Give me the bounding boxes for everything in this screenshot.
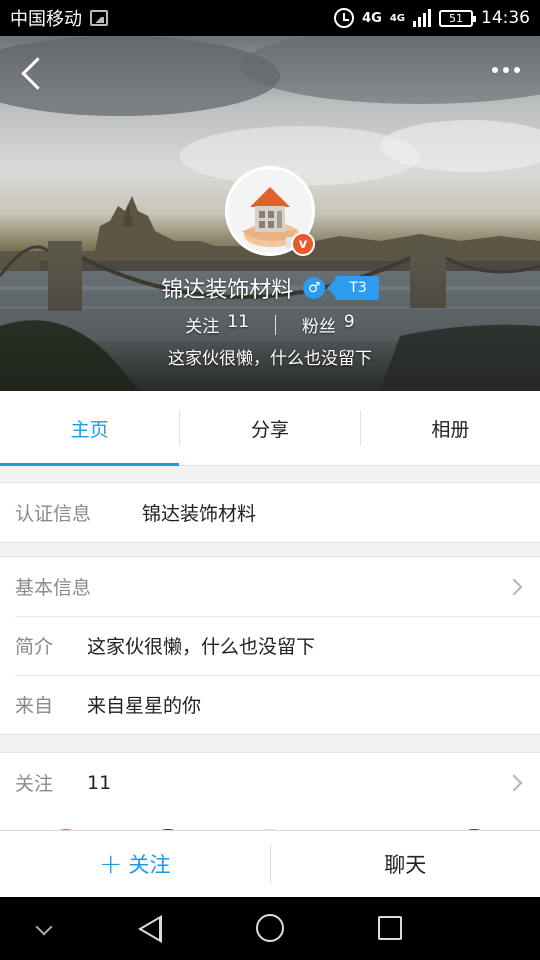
alarm-icon [334,8,355,28]
nav-recents-icon[interactable] [378,916,402,940]
chevron-right-icon [505,774,523,791]
network-type-2: 4G [389,13,405,24]
male-icon: ♂ [303,277,326,299]
following-label: 关注 [185,317,220,337]
auth-section: 认证信息 锦达装饰材料 [0,482,540,543]
profile-tabs: 主页 分享 相册 [0,391,540,466]
back-button[interactable] [18,52,46,92]
following-section-value: 11 [87,771,112,794]
basic-info-header[interactable]: 基本信息 [0,557,540,616]
tab-share[interactable]: 分享 [180,391,359,465]
battery-icon: 51 [439,9,476,27]
tab-home[interactable]: 主页 [0,391,180,466]
auth-row: 认证信息 锦达装饰材料 [0,483,540,542]
plus-icon: + [99,847,123,880]
following-count: 11 [227,312,249,332]
system-nav-bar [0,897,540,960]
intro-value: 这家伙很懒，什么也没留下 [87,636,316,658]
status-bar: 中国移动 4G 4G 51 14:36 [0,0,540,36]
profile-name-row: 锦达装饰材料 ♂ T3 [0,272,540,304]
tab-album[interactable]: 相册 [361,391,540,465]
battery-level: 51 [449,11,463,25]
from-row: 来自 来自星星的你 [0,675,540,734]
network-type-1: 4G [362,10,382,26]
signal-icon [413,9,431,27]
nav-home-icon[interactable] [256,914,284,942]
nav-back-icon[interactable] [138,915,162,943]
followers-label: 粉丝 [301,317,336,337]
clock: 14:36 [481,8,530,28]
hide-nav-icon[interactable] [35,918,53,936]
chevron-right-icon [505,578,523,595]
profile-stats: 关注 11 粉丝 9 [0,312,540,337]
action-bar: + 关注 聊天 [0,830,540,897]
dot-icon [492,67,498,73]
follow-button[interactable]: + 关注 [0,831,270,897]
following-stat[interactable]: 关注 11 [185,312,249,337]
from-label: 来自 [15,695,54,717]
followers-count: 9 [343,312,355,332]
chat-button[interactable]: 聊天 [271,831,540,897]
auth-value: 锦达装饰材料 [142,503,257,525]
profile-bio: 这家伙很懒，什么也没留下 [168,349,372,369]
followers-stat[interactable]: 粉丝 9 [302,312,355,337]
level-badge: T3 [327,276,379,300]
follow-label: 关注 [128,853,171,877]
intro-row: 简介 这家伙很懒，什么也没留下 [0,616,540,675]
basic-info-label: 基本信息 [15,577,92,599]
intro-label: 简介 [15,636,54,658]
profile-cover: v 锦达装饰材料 ♂ T3 关注 11 粉丝 9 这家伙很懒，什么也没留下 [0,36,540,391]
profile-name: 锦达装饰材料 [161,278,294,303]
image-icon [90,10,108,26]
dot-icon [503,67,509,73]
verified-badge-icon: v [291,232,315,256]
following-row[interactable]: 关注 11 [0,753,540,812]
dot-icon [514,67,520,73]
carrier-name: 中国移动 [10,9,82,30]
stats-divider [274,314,276,335]
more-options-button[interactable] [486,58,526,82]
following-section-label: 关注 [15,773,54,795]
basic-info-section: 基本信息 简介 这家伙很懒，什么也没留下 来自 来自星星的你 [0,556,540,735]
auth-label: 认证信息 [15,503,92,525]
from-value: 来自星星的你 [87,695,202,717]
following-section: 关注 11 [0,752,540,832]
